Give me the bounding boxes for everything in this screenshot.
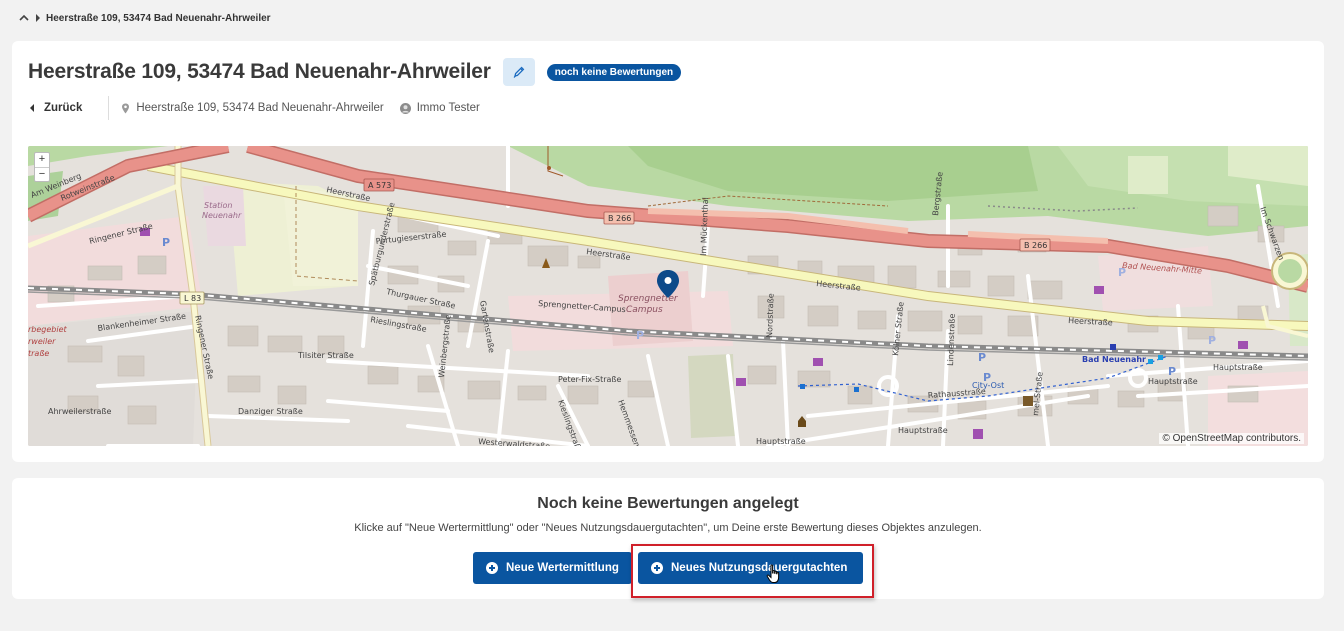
map-shield-label: B 266 <box>1024 241 1047 250</box>
map-attribution[interactable]: © OpenStreetMap contributors. <box>1159 433 1304 444</box>
map-label: rbegebiet <box>28 325 68 334</box>
map[interactable]: Heerstraße Heerstraße Heerstraße Heerstr… <box>28 146 1308 446</box>
map-label: Tilsiter Straße <box>297 351 354 360</box>
new-valuation-label: Neue Wertermittlung <box>506 562 619 574</box>
map-label: Station <box>204 201 232 210</box>
caret-left-icon <box>30 104 34 112</box>
empty-state-text: Klicke auf "Neue Wertermittlung" oder "N… <box>354 522 982 534</box>
status-badge: noch keine Bewertungen <box>546 63 682 81</box>
map-label: Campus <box>626 305 663 315</box>
back-label: Zurück <box>44 102 83 114</box>
plus-circle-icon <box>486 562 498 574</box>
map-label: Neuenahr <box>202 211 242 220</box>
map-parking-label: P <box>162 236 170 249</box>
meta-user: Immo Tester <box>399 102 480 114</box>
map-shield-label: B 266 <box>608 214 631 223</box>
meta-address: Heerstraße 109, 53474 Bad Neuenahr-Ahrwe… <box>121 102 384 114</box>
highlight-box <box>631 544 874 598</box>
map-label: Hauptstraße <box>756 437 806 446</box>
map-label: Peter-Fix-Straße <box>558 375 621 384</box>
empty-state-title: Noch keine Bewertungen angelegt <box>537 495 799 512</box>
meta-address-text: Heerstraße 109, 53474 Bad Neuenahr-Ahrwe… <box>136 102 384 114</box>
page-title: Heerstraße 109, 53474 Bad Neuenahr-Ahrwe… <box>28 60 491 83</box>
map-label: traße <box>28 349 49 358</box>
location-pin-icon <box>122 103 130 113</box>
map-parking-label: P <box>978 351 986 364</box>
map-tiles: Heerstraße Heerstraße Heerstraße Heerstr… <box>28 146 1308 446</box>
property-card: Heerstraße 109, 53474 Bad Neuenahr-Ahrwe… <box>12 41 1324 462</box>
map-zoom-controls: + − <box>34 152 50 182</box>
map-label: Hauptstraße <box>1213 363 1263 372</box>
breadcrumb-current[interactable]: Heerstraße 109, 53474 Bad Neuenahr-Ahrwe… <box>46 13 271 24</box>
breadcrumb: Heerstraße 109, 53474 Bad Neuenahr-Ahrwe… <box>18 10 271 26</box>
user-icon <box>399 102 411 114</box>
map-label: Ahrweilerstraße <box>48 407 111 416</box>
map-parking-label: P <box>1208 334 1216 347</box>
empty-state-card: Noch keine Bewertungen angelegt Klicke a… <box>12 478 1324 599</box>
chevron-up-icon[interactable] <box>18 12 30 24</box>
meta-row: Zurück Heerstraße 109, 53474 Bad Neuenah… <box>30 96 480 120</box>
hand-cursor-icon <box>766 564 780 583</box>
pen-icon <box>513 66 525 78</box>
zoom-out-button[interactable]: − <box>35 167 49 181</box>
map-label: rweiler <box>28 337 56 346</box>
map-parking-label: P <box>1168 365 1176 378</box>
back-link[interactable]: Zurück <box>30 96 110 120</box>
map-shield-label: L 83 <box>184 294 201 303</box>
map-parking-label: P <box>983 371 991 384</box>
map-parking-label: P <box>1118 266 1126 279</box>
edit-button[interactable] <box>502 58 535 86</box>
new-valuation-button[interactable]: Neue Wertermittlung <box>473 552 632 584</box>
map-label: Hauptstraße <box>898 426 948 435</box>
map-label: Nordstraße <box>765 293 776 338</box>
map-label: Bad Neuenahr <box>1082 355 1146 364</box>
zoom-in-button[interactable]: + <box>35 153 49 167</box>
breadcrumb-separator-icon <box>36 14 40 22</box>
map-label: Hauptstraße <box>1148 377 1198 386</box>
meta-user-text: Immo Tester <box>416 102 480 114</box>
map-parking-label: P <box>636 329 644 342</box>
map-shield-label: A 573 <box>368 181 391 190</box>
map-label: Danziger Straße <box>238 407 303 416</box>
map-label: Lindenstraße <box>946 313 957 366</box>
title-row: Heerstraße 109, 53474 Bad Neuenahr-Ahrwe… <box>28 57 682 87</box>
